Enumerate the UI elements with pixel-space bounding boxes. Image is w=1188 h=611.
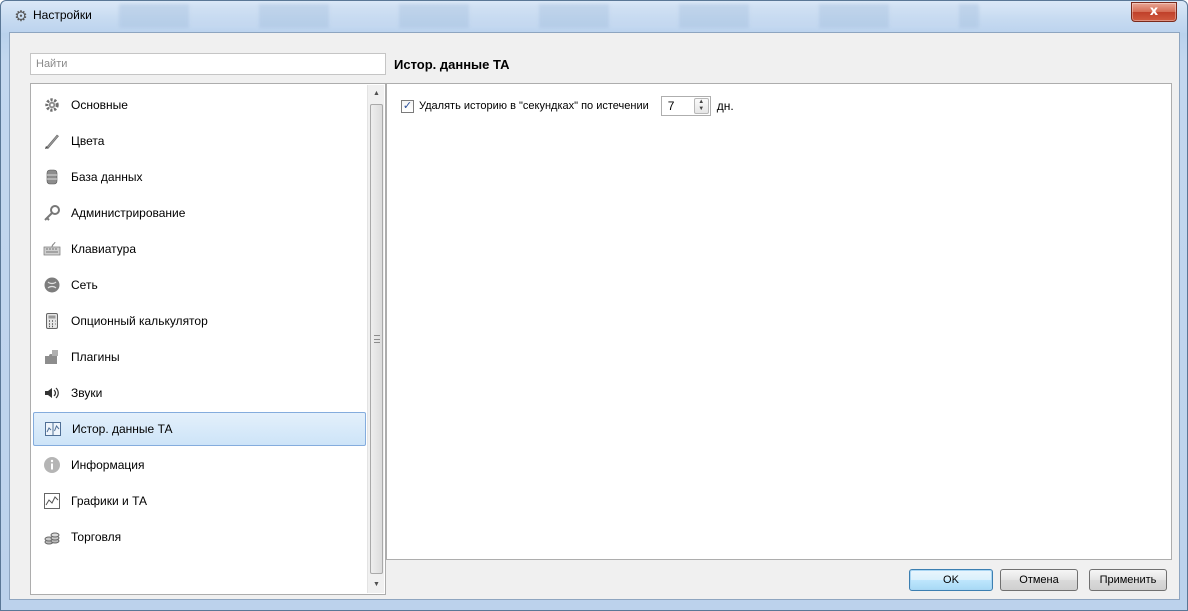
sidebar-item-label: Информация	[71, 458, 145, 472]
sidebar-item-plugins[interactable]: Плагины	[33, 340, 366, 374]
puzzle-icon	[43, 348, 61, 366]
scroll-up-icon[interactable]: ▲	[368, 85, 385, 102]
sidebar-item-label: Клавиатура	[71, 242, 136, 256]
coins-icon	[43, 528, 61, 546]
sidebar-item-sounds[interactable]: Звуки	[33, 376, 366, 410]
sidebar-item-trading[interactable]: Торговля	[33, 520, 366, 554]
sidebar-item-general[interactable]: Основные	[33, 88, 366, 122]
sidebar-item-label: Цвета	[71, 134, 105, 148]
sidebar-item-keyboard[interactable]: Клавиатура	[33, 232, 366, 266]
days-unit: дн.	[716, 99, 734, 113]
grip-icon	[374, 335, 380, 343]
delete-history-checkbox[interactable]: ✓	[401, 99, 414, 113]
sidebar-item-label: Плагины	[71, 350, 120, 364]
window-title: Настройки	[33, 8, 92, 22]
dialog-body: Основные Цвета База данных Администриров…	[9, 32, 1180, 600]
ok-button[interactable]: OK	[909, 569, 993, 591]
days-value[interactable]: 7	[662, 99, 675, 113]
sidebar-item-ta-history[interactable]: Истор. данные ТА	[33, 412, 366, 446]
keyboard-icon	[43, 240, 61, 258]
sidebar-item-label: Опционный калькулятор	[71, 314, 208, 328]
search-input[interactable]	[36, 57, 380, 71]
sidebar-item-charts-ta[interactable]: Графики и ТА	[33, 484, 366, 518]
sidebar-item-information[interactable]: Информация	[33, 448, 366, 482]
network-icon	[43, 276, 61, 294]
chart-book-icon	[44, 420, 62, 438]
sidebar-item-label: Основные	[71, 98, 128, 112]
search-field[interactable]	[30, 53, 386, 75]
sidebar-item-options-calculator[interactable]: Опционный калькулятор	[33, 304, 366, 338]
settings-panel: ✓ Удалять историю в "секундках" по истеч…	[386, 83, 1172, 560]
page-title: Истор. данные ТА	[394, 57, 510, 72]
settings-window: ⚙ Настройки x Основные Цвета	[0, 0, 1188, 611]
settings-category-list: Основные Цвета База данных Администриров…	[30, 83, 386, 595]
background-window-strip	[119, 4, 979, 28]
key-icon	[43, 204, 61, 222]
sidebar-item-colors[interactable]: Цвета	[33, 124, 366, 158]
title-bar[interactable]: ⚙ Настройки x	[1, 1, 1187, 33]
line-chart-icon	[43, 492, 61, 510]
gear-icon: ⚙	[14, 8, 28, 25]
vertical-scrollbar[interactable]: ▲ ▼	[367, 85, 384, 593]
gear-icon	[43, 96, 61, 114]
sidebar-item-label: Сеть	[71, 278, 98, 292]
days-spinbox[interactable]: 7 ▲ ▼	[660, 96, 711, 116]
close-button[interactable]: x	[1131, 2, 1177, 22]
apply-button[interactable]: Применить	[1089, 569, 1167, 591]
spin-arrows-icon[interactable]: ▲ ▼	[693, 98, 709, 114]
delete-history-option: ✓ Удалять историю в "секундках" по истеч…	[401, 96, 734, 116]
sidebar-item-label: Графики и ТА	[71, 494, 148, 508]
sidebar-item-label: Торговля	[71, 530, 122, 544]
brush-icon	[43, 132, 61, 150]
sidebar-item-label: Звуки	[71, 386, 103, 400]
sidebar-item-label: Администрирование	[71, 206, 186, 220]
info-icon	[43, 456, 61, 474]
database-icon	[43, 168, 61, 186]
speaker-icon	[43, 384, 61, 402]
delete-history-label: Удалять историю в "секундках" по истечен…	[419, 100, 649, 112]
scroll-thumb[interactable]	[370, 104, 383, 574]
cancel-button[interactable]: Отмена	[1000, 569, 1078, 591]
scroll-down-icon[interactable]: ▼	[368, 576, 385, 593]
sidebar-item-label: Истор. данные ТА	[72, 422, 173, 436]
sidebar-item-label: База данных	[71, 170, 143, 184]
calculator-icon	[43, 312, 61, 330]
sidebar-item-administration[interactable]: Администрирование	[33, 196, 366, 230]
sidebar-item-database[interactable]: База данных	[33, 160, 366, 194]
sidebar-item-network[interactable]: Сеть	[33, 268, 366, 302]
